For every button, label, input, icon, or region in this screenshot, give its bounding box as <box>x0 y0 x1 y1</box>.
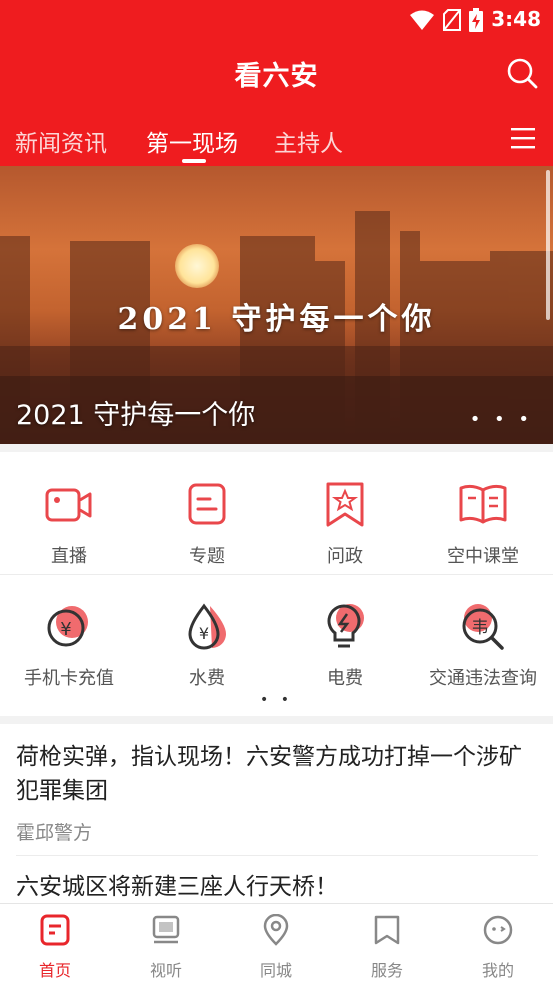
service-traffic-violation[interactable]: 韦 交通违法查询 <box>414 602 552 690</box>
status-time: 3:48 <box>491 7 541 31</box>
service-label: 专题 <box>189 546 225 567</box>
open-book-icon <box>459 484 507 524</box>
service-inquiry[interactable]: 问政 <box>276 480 414 568</box>
service-label: 问政 <box>327 546 363 567</box>
lightbulb-icon <box>327 604 364 648</box>
service-electricity-fee[interactable]: 电费 <box>276 602 414 690</box>
svg-text:¥: ¥ <box>60 619 71 640</box>
banner-pager-dots: • • • <box>469 409 533 430</box>
traffic-search-icon: 韦 <box>462 604 504 650</box>
no-sim-icon <box>443 9 461 31</box>
scrollbar[interactable] <box>546 170 550 320</box>
active-tab-indicator <box>182 159 206 163</box>
monitor-icon <box>152 915 180 944</box>
svg-text:¥: ¥ <box>199 624 209 643</box>
tabbar-label: 服务 <box>370 961 403 980</box>
tab-first-scene[interactable]: 第一现场 <box>146 124 238 158</box>
tabbar-home[interactable]: 首页 <box>0 914 110 981</box>
service-label: 电费 <box>327 668 363 689</box>
news-title: 六安城区将新建三座人行天桥！ <box>16 874 338 900</box>
topic-icon <box>188 483 226 525</box>
service-bookmark-icon <box>374 915 400 945</box>
service-pager-dots: • • <box>260 692 293 708</box>
bookmark-star-icon <box>326 482 364 527</box>
tab-news[interactable]: 新闻资讯 <box>15 124 107 158</box>
location-pin-icon <box>263 913 289 946</box>
video-camera-icon <box>45 488 92 522</box>
profile-face-icon <box>483 915 513 945</box>
tab-hosts[interactable]: 主持人 <box>274 124 343 158</box>
tabbar-label: 同城 <box>259 961 292 980</box>
service-label: 交通违法查询 <box>429 668 537 689</box>
tabbar-label: 视听 <box>149 961 182 980</box>
yuan-refresh-icon: ¥ <box>47 606 88 647</box>
section-gap <box>0 716 553 724</box>
status-bar: 3:48 <box>0 0 553 38</box>
home-doc-icon <box>40 914 70 946</box>
service-live[interactable]: 直播 <box>0 480 138 568</box>
banner-overlay-text: 2021 守护每一个你 <box>117 302 436 337</box>
status-icons <box>409 8 483 32</box>
wifi-icon <box>410 10 434 30</box>
app-title: 看六安 <box>234 61 319 92</box>
tabbar-label: 首页 <box>38 961 71 980</box>
news-source: 霍邱警方 <box>16 822 93 844</box>
section-gap <box>0 444 553 452</box>
news-item[interactable]: 荷枪实弹，指认现场！六安警方成功打掉一个涉矿犯罪集团 霍邱警方 <box>16 740 538 845</box>
tabbar-city[interactable]: 同城 <box>221 913 331 981</box>
tabbar-mine[interactable]: 我的 <box>443 914 553 981</box>
service-label: 手机卡充值 <box>24 668 114 689</box>
news-title: 荷枪实弹，指认现场！六安警方成功打掉一个涉矿犯罪集团 <box>16 744 522 804</box>
service-label: 水费 <box>189 668 225 689</box>
service-label: 空中课堂 <box>447 546 519 567</box>
grid-divider <box>0 574 553 575</box>
service-topics[interactable]: 专题 <box>138 480 276 568</box>
menu-icon[interactable] <box>511 126 535 150</box>
service-phone-recharge[interactable]: ¥ 手机卡充值 <box>0 602 138 690</box>
battery-charging-icon <box>469 8 483 32</box>
search-icon[interactable] <box>505 56 539 90</box>
channel-tabs: 新闻资讯 第一现场 主持人 <box>0 112 553 166</box>
service-label: 直播 <box>51 546 87 567</box>
tabbar-service[interactable]: 服务 <box>332 914 442 981</box>
news-item[interactable]: 六安城区将新建三座人行天桥！ <box>16 870 538 904</box>
tabbar-label: 我的 <box>481 961 514 980</box>
tabbar-video[interactable]: 视听 <box>111 914 221 981</box>
service-water-fee[interactable]: ¥ 水费 <box>138 602 276 690</box>
water-drop-yuan-icon: ¥ <box>188 603 226 650</box>
news-divider <box>16 855 538 856</box>
banner-carousel[interactable]: 2021 守护每一个你 2021 守护每一个你 • • • <box>0 166 553 444</box>
banner-caption: 2021 守护每一个你 <box>16 400 256 431</box>
service-air-classroom[interactable]: 空中课堂 <box>414 480 552 568</box>
svg-text:韦: 韦 <box>472 618 489 638</box>
app-header: 看六安 <box>0 38 553 112</box>
bottom-tab-bar: 首页 视听 同城 服务 我的 <box>0 903 553 983</box>
